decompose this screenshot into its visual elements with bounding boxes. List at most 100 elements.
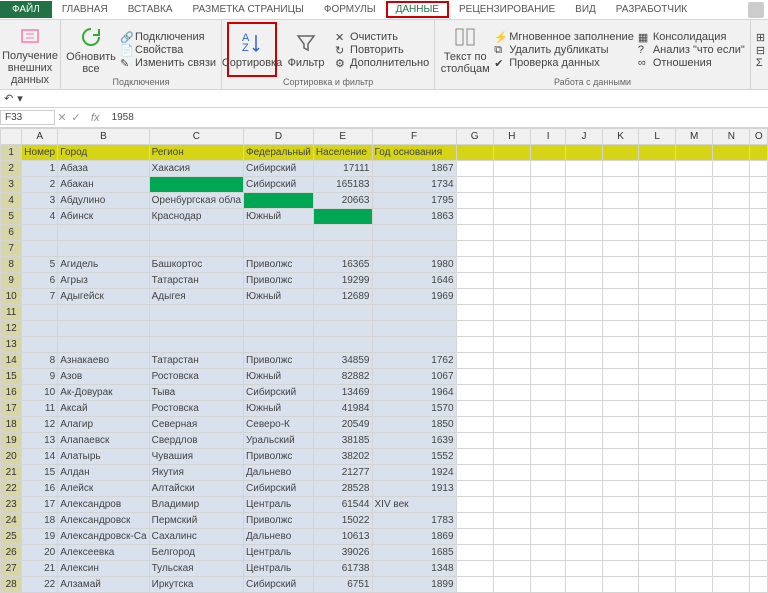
cell[interactable]: 20663 (313, 193, 372, 209)
cell[interactable] (566, 321, 602, 337)
row-header[interactable]: 8 (1, 257, 22, 273)
cell[interactable] (456, 193, 493, 209)
tab-developer[interactable]: РАЗРАБОТЧИК (606, 1, 697, 18)
user-icon[interactable] (748, 2, 764, 18)
cell[interactable] (22, 337, 58, 353)
cell[interactable]: 7 (22, 289, 58, 305)
cell[interactable] (750, 465, 768, 481)
cell[interactable] (602, 369, 639, 385)
cell[interactable]: Южный (244, 289, 314, 305)
cell[interactable] (149, 305, 243, 321)
cell[interactable] (566, 385, 602, 401)
cell[interactable] (244, 225, 314, 241)
cell[interactable]: 12 (22, 417, 58, 433)
cell[interactable] (244, 337, 314, 353)
data-validation-item[interactable]: ✔Проверка данных (494, 57, 634, 69)
cell[interactable]: Хакасия (149, 161, 243, 177)
cell[interactable]: 61544 (313, 497, 372, 513)
cell[interactable] (750, 433, 768, 449)
cell[interactable] (750, 337, 768, 353)
cancel-icon[interactable]: ✕ (55, 111, 69, 124)
cell[interactable] (530, 529, 566, 545)
remove-duplicates-item[interactable]: ⧉Удалить дубликаты (494, 44, 634, 56)
cell[interactable] (22, 321, 58, 337)
col-header[interactable]: F (372, 129, 456, 145)
tab-home[interactable]: ГЛАВНАЯ (52, 1, 118, 18)
properties-item[interactable]: 📄Свойства (120, 44, 216, 56)
cell[interactable]: Татарстан (149, 353, 243, 369)
cell[interactable] (750, 209, 768, 225)
cell[interactable] (675, 385, 712, 401)
row-header[interactable]: 12 (1, 321, 22, 337)
cell[interactable]: Южный (244, 369, 314, 385)
cell[interactable] (493, 481, 530, 497)
cell[interactable] (493, 577, 530, 593)
cell[interactable] (566, 433, 602, 449)
cell[interactable] (566, 289, 602, 305)
cell[interactable] (602, 497, 639, 513)
cell[interactable]: 1348 (372, 561, 456, 577)
row-header[interactable]: 5 (1, 209, 22, 225)
cell[interactable]: 1 (22, 161, 58, 177)
row-header[interactable]: 6 (1, 225, 22, 241)
cell[interactable] (493, 337, 530, 353)
cell[interactable] (566, 513, 602, 529)
cell[interactable]: Оренбургская обла (149, 193, 243, 209)
cell[interactable] (493, 209, 530, 225)
col-header[interactable]: D (244, 129, 314, 145)
cell[interactable] (750, 353, 768, 369)
whatif-item[interactable]: ?Анализ "что если" (638, 44, 745, 56)
cell[interactable] (530, 449, 566, 465)
cell[interactable] (675, 561, 712, 577)
cell[interactable] (244, 241, 314, 257)
cell[interactable]: 1734 (372, 177, 456, 193)
cell[interactable] (639, 497, 675, 513)
col-header[interactable]: H (493, 129, 530, 145)
cell[interactable] (675, 321, 712, 337)
cell[interactable]: 1552 (372, 449, 456, 465)
cell[interactable] (713, 417, 750, 433)
cell[interactable] (639, 401, 675, 417)
cell[interactable] (602, 353, 639, 369)
cell[interactable] (602, 385, 639, 401)
cell[interactable]: Сибирский (244, 177, 314, 193)
cell[interactable] (149, 321, 243, 337)
cell[interactable]: 11 (22, 401, 58, 417)
row-header[interactable]: 9 (1, 273, 22, 289)
cell[interactable] (22, 305, 58, 321)
cell[interactable] (456, 385, 493, 401)
cell[interactable] (713, 241, 750, 257)
cell[interactable] (713, 385, 750, 401)
cell[interactable]: 9 (22, 369, 58, 385)
cell[interactable]: 19 (22, 529, 58, 545)
cell[interactable]: Свердлов (149, 433, 243, 449)
col-header[interactable]: K (602, 129, 639, 145)
cell[interactable] (675, 417, 712, 433)
cell[interactable] (493, 465, 530, 481)
header-cell[interactable]: Номер (22, 145, 58, 161)
cell[interactable] (566, 465, 602, 481)
cell[interactable] (750, 273, 768, 289)
cell[interactable] (493, 433, 530, 449)
cell[interactable] (456, 561, 493, 577)
cell[interactable] (149, 337, 243, 353)
cell[interactable] (530, 385, 566, 401)
cell[interactable]: Дальнево (244, 529, 314, 545)
cell[interactable] (639, 241, 675, 257)
cell[interactable] (602, 417, 639, 433)
row-header[interactable]: 26 (1, 545, 22, 561)
cell[interactable] (313, 209, 372, 225)
cell[interactable]: 34859 (313, 353, 372, 369)
cell[interactable]: 20549 (313, 417, 372, 433)
redo-icon[interactable]: ▾ (17, 92, 23, 105)
cell[interactable]: 38202 (313, 449, 372, 465)
col-header[interactable]: N (713, 129, 750, 145)
subtotal-item[interactable]: ΣПромежуточный итог (756, 57, 768, 69)
cell[interactable] (713, 433, 750, 449)
cell[interactable]: Приволжс (244, 257, 314, 273)
cell[interactable]: Башкортос (149, 257, 243, 273)
cell[interactable] (713, 289, 750, 305)
cell[interactable] (713, 321, 750, 337)
cell[interactable] (372, 337, 456, 353)
cell[interactable] (456, 209, 493, 225)
